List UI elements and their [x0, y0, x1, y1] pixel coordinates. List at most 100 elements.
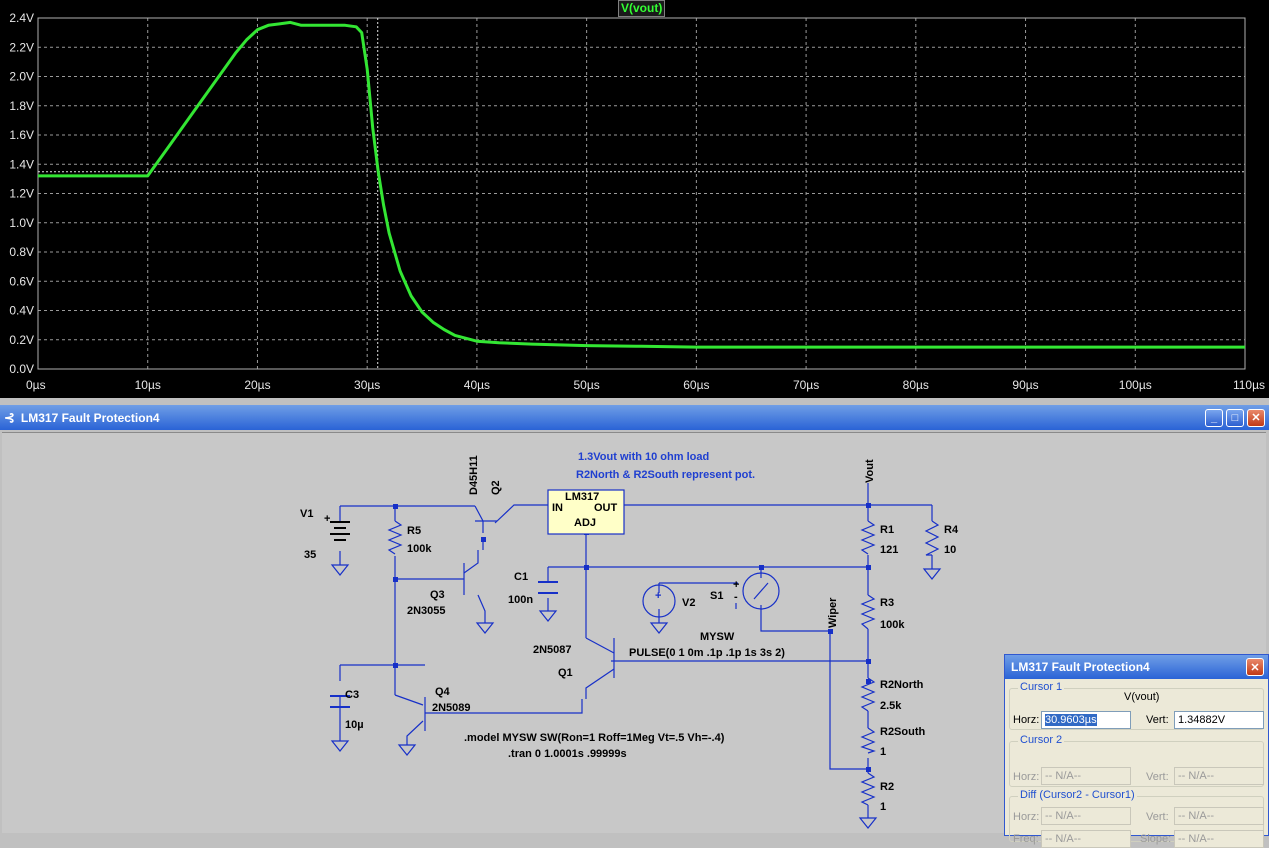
cursor-close-button[interactable]: ✕: [1246, 658, 1264, 676]
waveform-chart[interactable]: 0µs 10µs 20µs 30µs 40µs 50µs 60µs 70µs 80µs 90µs 1…: [0, 0, 1269, 398]
v1-label: V1: [300, 508, 313, 520]
cursor1-trace: V(vout): [1124, 691, 1160, 703]
diff-group: Diff (Cursor2 - Cursor1) Horz: -- N/A-- …: [1009, 789, 1264, 848]
r4-label: R4: [944, 524, 959, 536]
cursor2-group: Cursor 2 Horz: -- N/A-- Vert: -- N/A--: [1009, 734, 1264, 787]
diff-horz-field: -- N/A--: [1041, 807, 1131, 825]
diff-slope-label: Slope:: [1140, 833, 1172, 845]
x-tick-label: 110µs: [1233, 378, 1265, 392]
q1-model: 2N5087: [533, 644, 572, 656]
x-tick-label: 40µs: [464, 378, 490, 392]
diff-freq-field: -- N/A--: [1041, 830, 1131, 848]
lm317-out: OUT: [594, 502, 618, 514]
q2-label: Q2: [490, 480, 502, 495]
s1-model: MYSW: [700, 631, 735, 643]
cursor1-title: Cursor 1: [1018, 681, 1065, 693]
x-tick-label: 10µs: [135, 378, 161, 392]
q2-model: D45H11: [468, 455, 480, 495]
diff-vert-label: Vert:: [1146, 811, 1169, 823]
x-tick-label: 90µs: [1012, 378, 1038, 392]
y-tick-label: 0.4V: [9, 304, 34, 318]
v1-value: 35: [304, 549, 316, 561]
cursor1-group: Cursor 1 V(vout) Horz: 30.9603µs Vert: 1…: [1009, 681, 1264, 730]
y-tick-label: 0.2V: [9, 333, 34, 347]
r2-value: 1: [880, 801, 886, 813]
svg-text:+: +: [655, 590, 661, 602]
r1-label: R1: [880, 524, 894, 536]
r2-label: R2: [880, 781, 894, 793]
s1-label: S1: [710, 590, 723, 602]
y-tick-label: 0.6V: [9, 274, 34, 288]
diff-freq-label: Freq:: [1013, 833, 1039, 845]
x-tick-label: 80µs: [903, 378, 929, 392]
close-button[interactable]: ✕: [1247, 408, 1265, 427]
cursor-window-title: LM317 Fault Protection4: [1011, 660, 1150, 674]
svg-text:-: -: [734, 591, 738, 603]
battery-v1-icon[interactable]: +: [324, 513, 350, 541]
x-tick-label: 100µs: [1119, 378, 1152, 392]
wiper-label: Wiper: [827, 597, 839, 628]
q1-label: Q1: [558, 667, 573, 679]
vout-label: Vout: [864, 459, 876, 483]
series-line-vout: [38, 20, 1245, 349]
r3-value: 100k: [880, 619, 905, 631]
diff-slope-field: -- N/A--: [1174, 830, 1264, 848]
model-directive[interactable]: .model MYSW SW(Ron=1 Roff=1Meg Vt=.5 Vh=…: [464, 732, 725, 744]
schematic-titlebar[interactable]: ⊰ LM317 Fault Protection4 _ □ ✕: [0, 405, 1269, 430]
r2south-label: R2South: [880, 726, 926, 738]
minimize-button[interactable]: _: [1205, 408, 1223, 427]
r2north-label: R2North: [880, 679, 924, 691]
r3-label: R3: [880, 597, 894, 609]
ltspice-app-icon[interactable]: ⊰: [4, 410, 15, 426]
lm317-in: IN: [552, 502, 563, 514]
cursor1-horz-field[interactable]: 30.9603µs: [1041, 711, 1131, 729]
cursor1-horz-label: Horz:: [1013, 714, 1040, 726]
tran-directive[interactable]: .tran 0 1.0001s .99999s: [508, 748, 627, 760]
note-line2[interactable]: R2North & R2South represent pot.: [576, 469, 755, 481]
c3-label: C3: [345, 689, 359, 701]
y-tick-label: 0.0V: [9, 362, 34, 376]
cursor2-horz-field: -- N/A--: [1041, 767, 1131, 785]
cursor2-vert-field: -- N/A--: [1174, 767, 1264, 785]
q3-label: Q3: [430, 589, 445, 601]
q3-model: 2N3055: [407, 605, 446, 617]
cursor2-horz-label: Horz:: [1013, 771, 1040, 783]
cursor2-vert-label: Vert:: [1146, 771, 1169, 783]
trace-label[interactable]: V(vout): [618, 0, 666, 17]
cursor-window: LM317 Fault Protection4 ✕ Cursor 1 V(vou…: [1004, 654, 1269, 848]
lm317-adj: ADJ: [574, 517, 596, 529]
r2north-value: 2.5k: [880, 700, 902, 712]
y-tick-label: 0.8V: [9, 245, 34, 259]
waveform-plot[interactable]: 0µs 10µs 20µs 30µs 40µs 50µs 60µs 70µs 80µs 90µs 1…: [0, 0, 1269, 398]
q4-label: Q4: [435, 686, 451, 698]
r5-label: R5: [407, 525, 421, 537]
y-tick-label: 2.2V: [9, 40, 34, 54]
x-tick-label: 60µs: [683, 378, 709, 392]
svg-text:+: +: [324, 513, 330, 525]
note-line1[interactable]: 1.3Vout with 10 ohm load: [578, 451, 709, 463]
pulse-spec[interactable]: PULSE(0 1 0m .1p .1p 1s 3s 2): [629, 647, 785, 659]
y-tick-label: 1.2V: [9, 187, 34, 201]
cursor-window-titlebar[interactable]: LM317 Fault Protection4 ✕: [1005, 655, 1268, 679]
r4-value: 10: [944, 544, 956, 556]
y-tick-label: 2.4V: [9, 11, 34, 25]
r2south-value: 1: [880, 746, 886, 758]
svg-text:+: +: [733, 579, 739, 591]
diff-title: Diff (Cursor2 - Cursor1): [1018, 789, 1137, 801]
cursor1-vert-field[interactable]: 1.34882V: [1174, 711, 1264, 729]
y-tick-label: 2.0V: [9, 70, 34, 84]
v2-label: V2: [682, 597, 695, 609]
maximize-button[interactable]: □: [1226, 408, 1244, 427]
x-tick-label: 20µs: [244, 378, 270, 392]
r1-value: 121: [880, 544, 898, 556]
c1-value: 100n: [508, 594, 533, 606]
diff-vert-field: -- N/A--: [1174, 807, 1264, 825]
y-tick-label: 1.8V: [9, 99, 34, 113]
cursor1-vert-label: Vert:: [1146, 714, 1169, 726]
cursor2-title: Cursor 2: [1018, 734, 1065, 746]
resistor-icons[interactable]: [387, 520, 940, 806]
x-tick-label: 50µs: [574, 378, 600, 392]
diff-horz-label: Horz:: [1013, 811, 1040, 823]
y-tick-label: 1.6V: [9, 128, 34, 142]
q4-model: 2N5089: [432, 702, 471, 714]
